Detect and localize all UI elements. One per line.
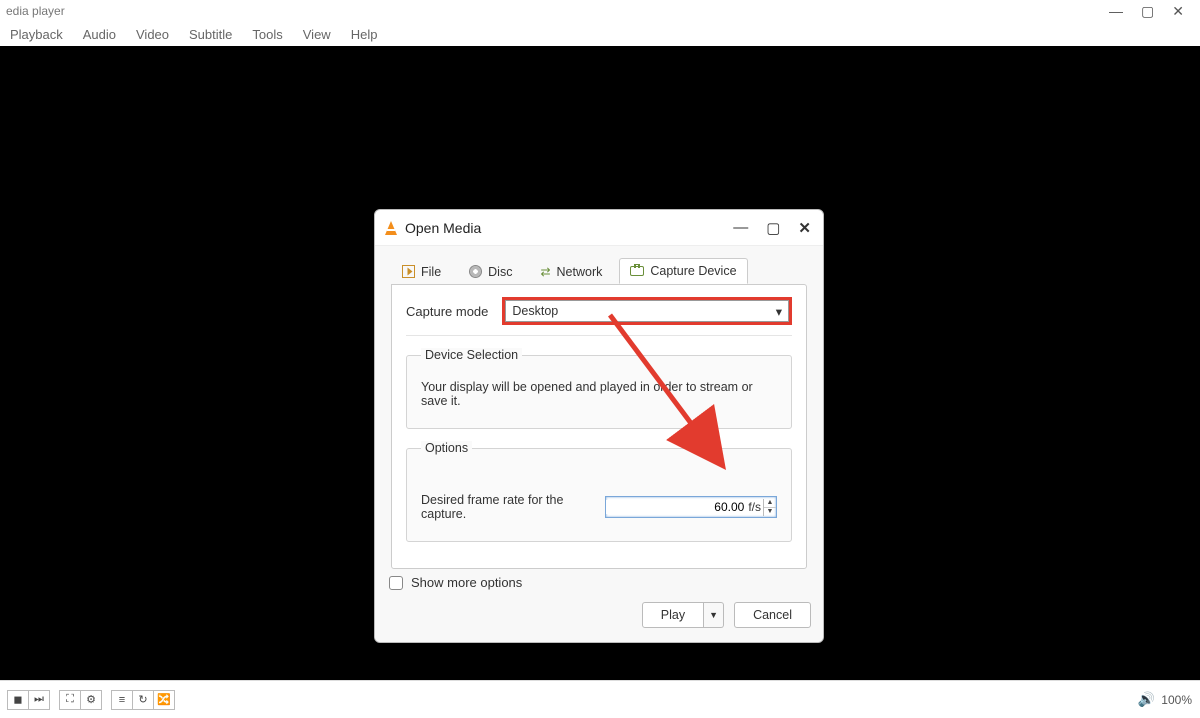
settings-button[interactable]: ⚙ (80, 690, 102, 710)
frame-rate-input[interactable] (606, 500, 748, 514)
capture-mode-label: Capture mode (406, 304, 488, 319)
menu-bar: Playback Audio Video Subtitle Tools View… (0, 22, 1200, 46)
play-button[interactable]: Play (642, 602, 704, 628)
window-controls: — ▢ ✕ (1109, 3, 1194, 20)
close-icon[interactable]: ✕ (1172, 3, 1184, 20)
dialog-button-row: Play ▼ Cancel (387, 602, 811, 628)
dialog-minimize-icon[interactable]: — (733, 219, 748, 236)
spinner-buttons: ▲ ▼ (763, 499, 776, 516)
loop-button[interactable]: ↻ (132, 690, 154, 710)
dialog-body: File Disc ⇄ Network Capture Device Captur… (375, 246, 823, 642)
spinner-up-icon[interactable]: ▲ (764, 499, 776, 508)
options-fieldset: Options Desired frame rate for the captu… (406, 441, 792, 542)
playlist-button[interactable]: ≡ (111, 690, 133, 710)
frame-rate-unit: f/s (748, 500, 763, 514)
dialog-close-icon[interactable]: ✕ (798, 219, 811, 237)
options-legend: Options (421, 441, 472, 455)
minimize-icon[interactable]: — (1109, 3, 1123, 19)
cancel-button-label: Cancel (753, 608, 792, 622)
menu-subtitle[interactable]: Subtitle (181, 25, 240, 44)
vlc-cone-icon (385, 221, 397, 235)
frame-rate-label: Desired frame rate for the capture. (421, 493, 593, 521)
tab-panel-capture: Capture mode Desktop ▾ Device Selection … (391, 284, 807, 569)
tab-strip: File Disc ⇄ Network Capture Device (391, 258, 807, 284)
open-media-dialog: Open Media — ▢ ✕ File Disc ⇄ Network Capt… (374, 209, 824, 643)
network-icon: ⇄ (540, 265, 550, 279)
menu-view[interactable]: View (295, 25, 339, 44)
tab-disc[interactable]: Disc (458, 258, 523, 284)
shuffle-button[interactable]: 🔀 (153, 690, 175, 710)
show-more-checkbox[interactable] (389, 576, 403, 590)
title-bar: edia player — ▢ ✕ (0, 0, 1200, 22)
tab-file-label: File (421, 265, 441, 279)
tab-network-label: Network (557, 265, 603, 279)
show-more-row: Show more options (389, 575, 809, 590)
device-selection-text: Your display will be opened and played i… (421, 380, 777, 408)
volume-value: 100% (1161, 693, 1192, 707)
show-more-label: Show more options (411, 575, 522, 590)
window-title: edia player (6, 4, 65, 18)
file-icon (402, 265, 415, 278)
tab-disc-label: Disc (488, 265, 512, 279)
device-selection-fieldset: Device Selection Your display will be op… (406, 348, 792, 429)
capture-device-icon (630, 266, 644, 276)
stop-button[interactable]: ◼ (7, 690, 29, 710)
chevron-down-icon: ▾ (776, 304, 782, 319)
spinner-down-icon[interactable]: ▼ (764, 508, 776, 516)
tab-network[interactable]: ⇄ Network (529, 258, 613, 284)
tab-file[interactable]: File (391, 258, 452, 284)
annotation-highlight-box: Desktop ▾ (502, 297, 792, 325)
volume-icon[interactable]: 🔊 (1138, 691, 1155, 708)
device-selection-legend: Device Selection (421, 348, 522, 362)
frame-rate-spinner[interactable]: f/s ▲ ▼ (605, 496, 777, 518)
cancel-button[interactable]: Cancel (734, 602, 811, 628)
dialog-maximize-icon[interactable]: ▢ (766, 219, 780, 237)
play-button-label: Play (661, 608, 685, 622)
dialog-titlebar: Open Media — ▢ ✕ (375, 210, 823, 246)
menu-help[interactable]: Help (343, 25, 386, 44)
capture-mode-value: Desktop (512, 304, 558, 318)
video-viewport: Open Media — ▢ ✕ File Disc ⇄ Network Capt… (0, 46, 1200, 680)
tab-capture-device[interactable]: Capture Device (619, 258, 747, 284)
menu-playback[interactable]: Playback (2, 25, 71, 44)
player-control-bar: ◼ ⏭ ⛶ ⚙ ≡ ↻ 🔀 🔊 100% (0, 680, 1200, 718)
disc-icon (469, 265, 482, 278)
capture-mode-combobox[interactable]: Desktop ▾ (505, 300, 789, 322)
maximize-icon[interactable]: ▢ (1141, 3, 1154, 20)
next-button[interactable]: ⏭ (28, 690, 50, 710)
dialog-title: Open Media (405, 220, 481, 236)
play-dropdown-button[interactable]: ▼ (704, 602, 724, 628)
play-split-button: Play ▼ (642, 602, 724, 628)
fullscreen-button[interactable]: ⛶ (59, 690, 81, 710)
tab-capture-label: Capture Device (650, 264, 736, 278)
menu-video[interactable]: Video (128, 25, 177, 44)
menu-tools[interactable]: Tools (244, 25, 290, 44)
menu-audio[interactable]: Audio (75, 25, 124, 44)
